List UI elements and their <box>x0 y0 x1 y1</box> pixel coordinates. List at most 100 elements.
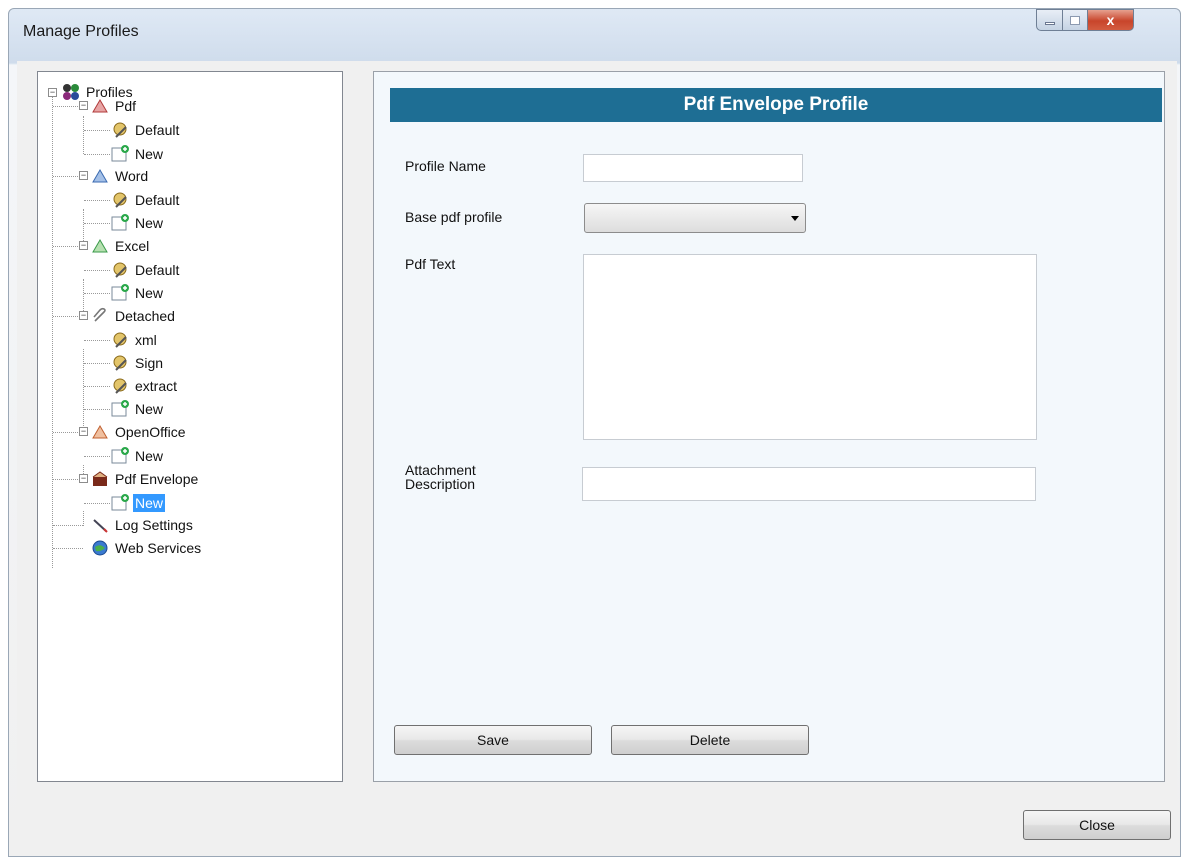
close-button[interactable]: Close <box>1023 810 1171 840</box>
save-button[interactable]: Save <box>394 725 592 755</box>
collapse-toggle-profiles[interactable]: − <box>48 88 57 97</box>
tree-label: New <box>135 215 164 231</box>
tree-node-pdf-new[interactable]: New <box>111 143 165 165</box>
tree-guide-line <box>83 349 84 434</box>
tree-node-detached-sign[interactable]: Sign <box>111 352 165 374</box>
attachment-description-input[interactable] <box>582 467 1036 501</box>
tree-label: Pdf Envelope <box>115 471 199 487</box>
pdf-envelope-icon <box>91 470 109 488</box>
tree-label-selected: New <box>133 494 166 512</box>
tree-connector <box>53 548 83 549</box>
tree-guide-line <box>83 116 84 154</box>
tree-label: Pdf <box>115 98 137 114</box>
tree-label: New <box>135 146 164 162</box>
tree-connector <box>84 340 110 341</box>
tree-node-pdf-envelope-new[interactable]: New <box>111 492 166 514</box>
tree-label: Excel <box>115 238 150 254</box>
new-profile-icon <box>111 284 129 302</box>
tree-label: extract <box>135 378 178 394</box>
tree-label: xml <box>135 332 157 348</box>
collapse-toggle-detached[interactable]: − <box>79 311 88 320</box>
collapse-toggle-pdf-envelope[interactable]: − <box>79 474 88 483</box>
tree-node-web-services[interactable]: Web Services <box>91 537 203 559</box>
tree-node-openoffice[interactable]: OpenOffice <box>91 421 188 443</box>
delete-button[interactable]: Delete <box>611 725 809 755</box>
tree-node-detached[interactable]: Detached <box>91 305 177 327</box>
tree-label: Detached <box>115 308 175 324</box>
base-pdf-profile-dropdown[interactable] <box>584 203 806 233</box>
tree-connector <box>84 363 110 364</box>
tree-node-excel-default[interactable]: Default <box>111 259 181 281</box>
tree-node-detached-new[interactable]: New <box>111 398 165 420</box>
tree-label: OpenOffice <box>115 424 186 440</box>
attachment-label-line2: Description <box>405 476 476 492</box>
tree-connector <box>84 456 110 457</box>
tree-label: Default <box>135 192 180 208</box>
tree-node-excel-new[interactable]: New <box>111 282 165 304</box>
pdf-text-label: Pdf Text <box>405 256 456 272</box>
collapse-toggle-excel[interactable]: − <box>79 241 88 250</box>
attachment-description-label: Attachment Description <box>405 463 476 491</box>
tree-connector <box>84 270 110 271</box>
profiles-icon <box>62 83 80 101</box>
profiles-tree[interactable]: − Profiles − Pdf Default New − Word Defa… <box>37 71 343 782</box>
tree-connector <box>84 130 110 131</box>
pdf-icon <box>91 97 109 115</box>
manage-profiles-window: Manage Profiles x − Profiles − Pdf Defau… <box>8 8 1181 857</box>
tree-label: Sign <box>135 355 164 371</box>
tree-node-excel[interactable]: Excel <box>91 235 151 257</box>
tree-node-word[interactable]: Word <box>91 165 150 187</box>
tree-connector <box>84 200 110 201</box>
word-icon <box>91 167 109 185</box>
tree-label: Default <box>135 122 180 138</box>
tree-connector <box>84 154 110 155</box>
tree-node-pdf-envelope[interactable]: Pdf Envelope <box>91 468 200 490</box>
tree-connector <box>84 223 110 224</box>
tree-connector <box>84 386 110 387</box>
tree-connector <box>53 106 80 107</box>
tree-connector <box>53 525 83 526</box>
close-icon: x <box>1106 12 1115 28</box>
collapse-toggle-pdf[interactable]: − <box>79 101 88 110</box>
profile-editor-panel: Pdf Envelope Profile Profile Name Base p… <box>373 71 1165 782</box>
window-title: Manage Profiles <box>23 23 139 40</box>
tree-label: New <box>135 401 164 417</box>
pdf-text-textarea[interactable] <box>583 254 1037 440</box>
pen-icon <box>91 516 109 534</box>
collapse-toggle-openoffice[interactable]: − <box>79 427 88 436</box>
close-window-button[interactable]: x <box>1087 9 1134 31</box>
base-pdf-profile-label: Base pdf profile <box>405 209 503 225</box>
tree-node-log-settings[interactable]: Log Settings <box>91 514 195 536</box>
tree-node-word-new[interactable]: New <box>111 212 165 234</box>
tree-guide-line <box>52 96 53 568</box>
tree-connector <box>53 246 80 247</box>
tree-label: Default <box>135 262 180 278</box>
openoffice-icon <box>91 423 109 441</box>
tree-node-detached-extract[interactable]: extract <box>111 375 179 397</box>
panel-header: Pdf Envelope Profile <box>390 88 1162 122</box>
collapse-toggle-word[interactable]: − <box>79 171 88 180</box>
maximize-button[interactable] <box>1062 9 1088 31</box>
globe-icon <box>91 539 109 557</box>
tree-label: Log Settings <box>115 517 193 533</box>
profile-default-icon <box>111 261 129 279</box>
title-bar: Manage Profiles x <box>9 9 1180 59</box>
profile-name-input[interactable] <box>583 154 803 182</box>
tree-node-pdf[interactable]: Pdf <box>91 95 138 117</box>
profile-name-label: Profile Name <box>405 158 486 174</box>
tree-node-word-default[interactable]: Default <box>111 189 181 211</box>
minimize-button[interactable] <box>1036 9 1063 31</box>
tree-node-pdf-default[interactable]: Default <box>111 119 181 141</box>
tree-connector <box>53 479 80 480</box>
profile-default-icon <box>111 331 129 349</box>
tree-connector <box>84 503 110 504</box>
dialog-client-area: − Profiles − Pdf Default New − Word Defa… <box>17 61 1177 851</box>
paperclip-icon <box>91 307 109 325</box>
attachment-label-line1: Attachment <box>405 462 476 478</box>
tree-label: New <box>135 285 164 301</box>
tree-guide-line <box>83 511 84 526</box>
tree-node-detached-xml[interactable]: xml <box>111 329 159 351</box>
tree-node-openoffice-new[interactable]: New <box>111 445 165 467</box>
profile-default-icon <box>111 354 129 372</box>
excel-icon <box>91 237 109 255</box>
